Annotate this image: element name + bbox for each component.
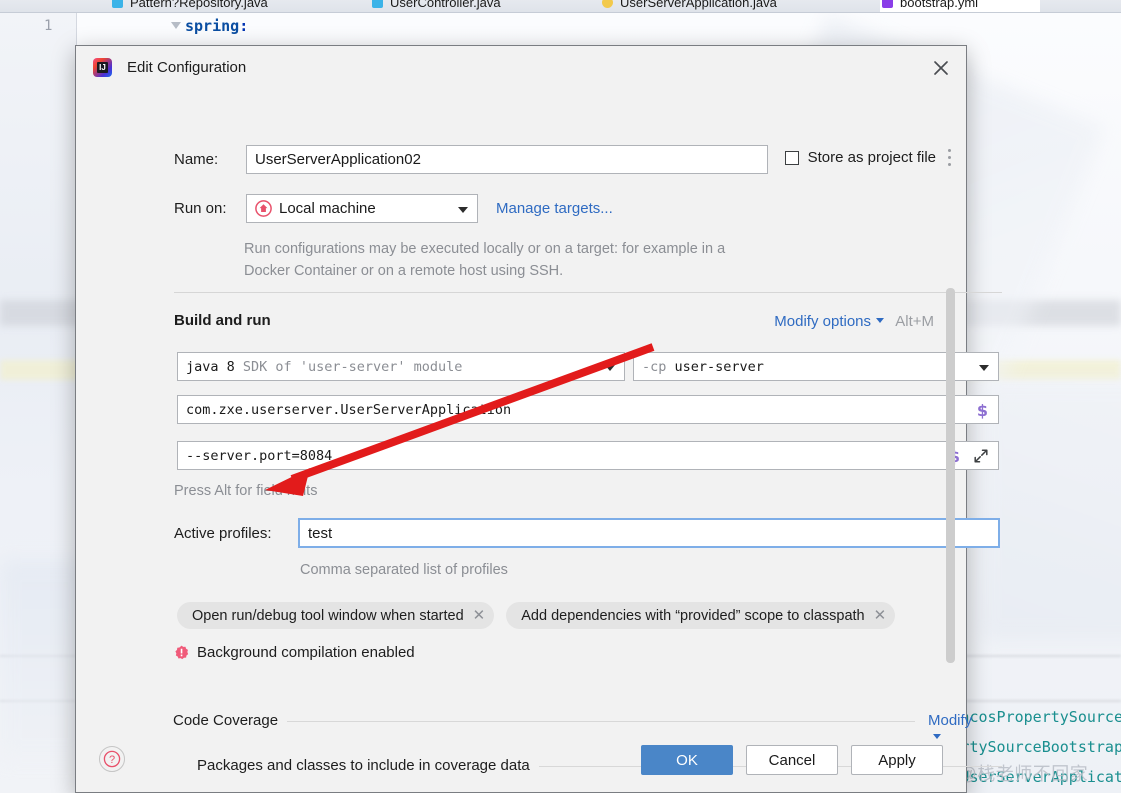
bg-shape: [980, 380, 1121, 640]
chevron-down-icon: [876, 318, 884, 323]
close-icon[interactable]: ✕: [874, 608, 887, 623]
manage-targets-link[interactable]: Manage targets...: [496, 200, 613, 217]
classpath-module: user-server: [674, 358, 764, 375]
run-on-label: Run on:: [174, 200, 227, 217]
warning-icon: [175, 645, 189, 660]
field-hints-text: Press Alt for field hints: [174, 483, 318, 499]
option-chip-label: Add dependencies with “provided” scope t…: [521, 607, 865, 624]
classpath-value: -cp user-server: [642, 359, 764, 375]
background-compilation-row: Background compilation enabled: [174, 644, 415, 661]
store-as-project-file-row[interactable]: Store as project file: [784, 149, 952, 166]
run-on-row: Run on: Local machine Manage targets...: [174, 194, 613, 223]
code-coverage-title: Code Coverage: [173, 712, 288, 729]
intellij-idea-icon: [93, 58, 112, 77]
chevron-down-icon: [979, 365, 989, 371]
code-fold-icon: [171, 22, 181, 29]
editor-tab-label: UserController.java: [390, 0, 501, 10]
name-row: Name: Store as project file: [174, 144, 952, 174]
code-token-spring: spring: [185, 17, 240, 35]
java-interface-icon: [372, 0, 383, 8]
modify-options-link[interactable]: Modify options: [774, 313, 884, 330]
editor-tab[interactable]: Pattern?Repository.java: [110, 0, 268, 12]
section-divider: [174, 292, 1002, 293]
ok-button[interactable]: OK: [641, 745, 733, 775]
modify-options-label: Modify options: [774, 313, 871, 330]
store-as-project-file-checkbox[interactable]: [784, 150, 799, 165]
jre-value: java 8 SDK of 'user-server' module: [186, 359, 462, 375]
name-label: Name:: [174, 150, 219, 168]
active-profiles-input[interactable]: [298, 518, 1000, 548]
expand-icon[interactable]: [973, 448, 989, 464]
svg-text:?: ?: [109, 754, 115, 766]
dialog-footer: ? OK Cancel Apply: [76, 737, 966, 792]
option-chip[interactable]: Open run/debug tool window when started …: [177, 602, 495, 629]
code-line: spring:: [185, 17, 248, 35]
jre-primary: java 8: [186, 358, 235, 375]
edit-configuration-dialog: Edit Configuration Name: Store as projec…: [75, 45, 1002, 793]
java-class-icon: [602, 0, 613, 8]
editor-tab-label: bootstrap.yml: [900, 0, 979, 10]
java-interface-icon: [112, 0, 123, 8]
home-icon: [255, 200, 272, 217]
dialog-title: Edit Configuration: [127, 59, 247, 76]
classpath-select[interactable]: -cp user-server: [633, 352, 999, 381]
apply-button[interactable]: Apply: [851, 745, 943, 775]
line-number: 1: [44, 18, 53, 34]
dialog-scrollbar-thumb[interactable]: [946, 288, 955, 663]
close-icon[interactable]: [930, 57, 952, 79]
code-token-colon: :: [239, 17, 249, 35]
more-options-icon[interactable]: [948, 149, 952, 166]
editor-tab-label: UserServerApplication.java: [620, 0, 777, 10]
close-icon[interactable]: ✕: [473, 608, 486, 623]
option-chips: Open run/debug tool window when started …: [177, 602, 896, 629]
dialog-titlebar: Edit Configuration: [76, 46, 966, 89]
modify-options-shortcut: Alt+M: [895, 313, 934, 330]
name-input[interactable]: [246, 144, 768, 174]
yaml-file-icon: [882, 0, 893, 8]
code-coverage-modify-label: Modify: [928, 712, 973, 729]
active-profiles-label: Active profiles:: [174, 524, 272, 542]
program-arguments-input[interactable]: --server.port=8084 $: [177, 441, 999, 470]
editor-tab-bar: Pattern?Repository.java UserController.j…: [0, 0, 1121, 13]
macro-dollar-icon[interactable]: $: [977, 401, 988, 420]
background-compilation-label: Background compilation enabled: [197, 644, 415, 661]
run-on-description: Run configurations may be executed local…: [244, 241, 726, 279]
chevron-down-icon: [458, 207, 468, 213]
console-line: ertySourceBootstrap: [951, 738, 1121, 756]
run-on-select[interactable]: Local machine: [246, 194, 478, 223]
editor-tab[interactable]: UserServerApplication.java: [600, 0, 777, 12]
active-profiles-hint: Comma separated list of profiles: [300, 562, 508, 578]
cancel-button[interactable]: Cancel: [746, 745, 838, 775]
main-class-value: com.zxe.userserver.UserServerApplication: [186, 401, 512, 418]
run-on-value: Local machine: [279, 200, 376, 217]
jre-select[interactable]: java 8 SDK of 'user-server' module: [177, 352, 625, 381]
active-profiles-row: Active profiles:: [174, 518, 1000, 548]
help-icon[interactable]: ?: [99, 746, 125, 772]
editor-tab[interactable]: UserController.java: [370, 0, 501, 12]
chevron-down-icon: [605, 365, 615, 371]
option-chip-label: Open run/debug tool window when started: [192, 607, 464, 624]
main-class-input[interactable]: com.zxe.userserver.UserServerApplication…: [177, 395, 999, 424]
editor-tab-label: Pattern?Repository.java: [130, 0, 268, 10]
editor-tab-active[interactable]: bootstrap.yml: [880, 0, 1040, 12]
store-as-project-file-label: Store as project file: [807, 149, 936, 166]
option-chip[interactable]: Add dependencies with “provided” scope t…: [506, 602, 896, 629]
program-arguments-value: --server.port=8084: [186, 447, 333, 464]
build-and-run-title: Build and run: [174, 312, 271, 329]
classpath-flag: -cp: [642, 358, 667, 375]
jre-secondary: SDK of 'user-server' module: [242, 358, 463, 375]
